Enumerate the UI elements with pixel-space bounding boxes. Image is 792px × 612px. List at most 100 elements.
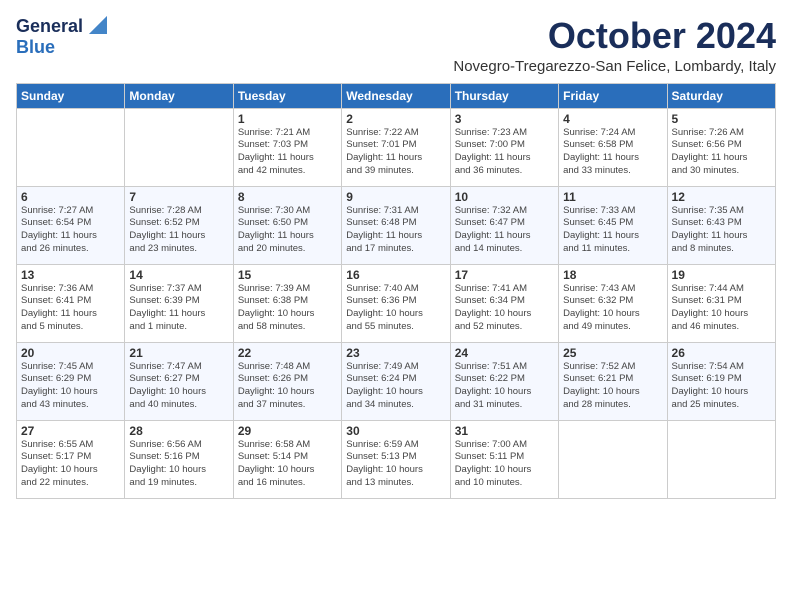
day-number: 12 <box>672 190 771 204</box>
calendar-cell: 4Sunrise: 7:24 AM Sunset: 6:58 PM Daylig… <box>559 108 667 186</box>
calendar-week-5: 27Sunrise: 6:55 AM Sunset: 5:17 PM Dayli… <box>17 420 776 498</box>
day-number: 13 <box>21 268 120 282</box>
calendar-cell: 10Sunrise: 7:32 AM Sunset: 6:47 PM Dayli… <box>450 186 558 264</box>
weekday-header-saturday: Saturday <box>667 83 775 108</box>
calendar-cell: 15Sunrise: 7:39 AM Sunset: 6:38 PM Dayli… <box>233 264 341 342</box>
calendar-week-4: 20Sunrise: 7:45 AM Sunset: 6:29 PM Dayli… <box>17 342 776 420</box>
day-detail: Sunrise: 7:44 AM Sunset: 6:31 PM Dayligh… <box>672 283 771 334</box>
day-number: 7 <box>129 190 228 204</box>
day-number: 8 <box>238 190 337 204</box>
day-number: 17 <box>455 268 554 282</box>
day-detail: Sunrise: 7:37 AM Sunset: 6:39 PM Dayligh… <box>129 283 228 334</box>
weekday-header-monday: Monday <box>125 83 233 108</box>
calendar-cell: 25Sunrise: 7:52 AM Sunset: 6:21 PM Dayli… <box>559 342 667 420</box>
day-number: 6 <box>21 190 120 204</box>
weekday-header-thursday: Thursday <box>450 83 558 108</box>
title-block: October 2024 Novegro-Tregarezzo-San Feli… <box>453 16 776 75</box>
day-detail: Sunrise: 7:31 AM Sunset: 6:48 PM Dayligh… <box>346 205 445 256</box>
calendar-cell: 9Sunrise: 7:31 AM Sunset: 6:48 PM Daylig… <box>342 186 450 264</box>
month-title: October 2024 <box>453 16 776 56</box>
logo-general: General <box>16 16 83 37</box>
calendar-cell: 2Sunrise: 7:22 AM Sunset: 7:01 PM Daylig… <box>342 108 450 186</box>
day-detail: Sunrise: 7:51 AM Sunset: 6:22 PM Dayligh… <box>455 361 554 412</box>
day-detail: Sunrise: 6:59 AM Sunset: 5:13 PM Dayligh… <box>346 439 445 490</box>
calendar-cell: 12Sunrise: 7:35 AM Sunset: 6:43 PM Dayli… <box>667 186 775 264</box>
location-title: Novegro-Tregarezzo-San Felice, Lombardy,… <box>453 58 776 75</box>
weekday-header-row: SundayMondayTuesdayWednesdayThursdayFrid… <box>17 83 776 108</box>
logo-icon <box>85 16 107 34</box>
calendar-cell <box>667 420 775 498</box>
day-detail: Sunrise: 7:41 AM Sunset: 6:34 PM Dayligh… <box>455 283 554 334</box>
day-detail: Sunrise: 6:56 AM Sunset: 5:16 PM Dayligh… <box>129 439 228 490</box>
day-number: 25 <box>563 346 662 360</box>
calendar-cell: 24Sunrise: 7:51 AM Sunset: 6:22 PM Dayli… <box>450 342 558 420</box>
logo-blue: Blue <box>16 37 55 58</box>
day-detail: Sunrise: 7:30 AM Sunset: 6:50 PM Dayligh… <box>238 205 337 256</box>
calendar-cell: 19Sunrise: 7:44 AM Sunset: 6:31 PM Dayli… <box>667 264 775 342</box>
day-number: 4 <box>563 112 662 126</box>
day-detail: Sunrise: 7:27 AM Sunset: 6:54 PM Dayligh… <box>21 205 120 256</box>
day-detail: Sunrise: 7:54 AM Sunset: 6:19 PM Dayligh… <box>672 361 771 412</box>
calendar-cell: 5Sunrise: 7:26 AM Sunset: 6:56 PM Daylig… <box>667 108 775 186</box>
day-detail: Sunrise: 7:28 AM Sunset: 6:52 PM Dayligh… <box>129 205 228 256</box>
day-number: 21 <box>129 346 228 360</box>
day-number: 27 <box>21 424 120 438</box>
day-number: 10 <box>455 190 554 204</box>
day-detail: Sunrise: 7:00 AM Sunset: 5:11 PM Dayligh… <box>455 439 554 490</box>
calendar-cell: 6Sunrise: 7:27 AM Sunset: 6:54 PM Daylig… <box>17 186 125 264</box>
page-header: General Blue October 2024 Novegro-Tregar… <box>16 16 776 75</box>
calendar-cell: 8Sunrise: 7:30 AM Sunset: 6:50 PM Daylig… <box>233 186 341 264</box>
day-detail: Sunrise: 7:23 AM Sunset: 7:00 PM Dayligh… <box>455 127 554 178</box>
calendar-table: SundayMondayTuesdayWednesdayThursdayFrid… <box>16 83 776 499</box>
calendar-cell: 1Sunrise: 7:21 AM Sunset: 7:03 PM Daylig… <box>233 108 341 186</box>
day-detail: Sunrise: 7:47 AM Sunset: 6:27 PM Dayligh… <box>129 361 228 412</box>
day-number: 31 <box>455 424 554 438</box>
day-detail: Sunrise: 7:22 AM Sunset: 7:01 PM Dayligh… <box>346 127 445 178</box>
day-number: 22 <box>238 346 337 360</box>
day-number: 5 <box>672 112 771 126</box>
calendar-cell: 28Sunrise: 6:56 AM Sunset: 5:16 PM Dayli… <box>125 420 233 498</box>
calendar-cell: 11Sunrise: 7:33 AM Sunset: 6:45 PM Dayli… <box>559 186 667 264</box>
day-number: 3 <box>455 112 554 126</box>
day-detail: Sunrise: 7:33 AM Sunset: 6:45 PM Dayligh… <box>563 205 662 256</box>
day-detail: Sunrise: 7:36 AM Sunset: 6:41 PM Dayligh… <box>21 283 120 334</box>
calendar-cell: 14Sunrise: 7:37 AM Sunset: 6:39 PM Dayli… <box>125 264 233 342</box>
calendar-week-3: 13Sunrise: 7:36 AM Sunset: 6:41 PM Dayli… <box>17 264 776 342</box>
day-number: 24 <box>455 346 554 360</box>
day-detail: Sunrise: 7:32 AM Sunset: 6:47 PM Dayligh… <box>455 205 554 256</box>
calendar-cell: 22Sunrise: 7:48 AM Sunset: 6:26 PM Dayli… <box>233 342 341 420</box>
logo: General Blue <box>16 16 107 58</box>
day-detail: Sunrise: 7:35 AM Sunset: 6:43 PM Dayligh… <box>672 205 771 256</box>
day-detail: Sunrise: 7:39 AM Sunset: 6:38 PM Dayligh… <box>238 283 337 334</box>
calendar-cell: 29Sunrise: 6:58 AM Sunset: 5:14 PM Dayli… <box>233 420 341 498</box>
calendar-week-1: 1Sunrise: 7:21 AM Sunset: 7:03 PM Daylig… <box>17 108 776 186</box>
calendar-cell: 31Sunrise: 7:00 AM Sunset: 5:11 PM Dayli… <box>450 420 558 498</box>
day-detail: Sunrise: 7:26 AM Sunset: 6:56 PM Dayligh… <box>672 127 771 178</box>
day-detail: Sunrise: 7:48 AM Sunset: 6:26 PM Dayligh… <box>238 361 337 412</box>
day-number: 2 <box>346 112 445 126</box>
calendar-cell: 23Sunrise: 7:49 AM Sunset: 6:24 PM Dayli… <box>342 342 450 420</box>
day-number: 18 <box>563 268 662 282</box>
day-number: 20 <box>21 346 120 360</box>
calendar-cell: 21Sunrise: 7:47 AM Sunset: 6:27 PM Dayli… <box>125 342 233 420</box>
day-number: 15 <box>238 268 337 282</box>
day-number: 26 <box>672 346 771 360</box>
day-number: 14 <box>129 268 228 282</box>
day-detail: Sunrise: 7:49 AM Sunset: 6:24 PM Dayligh… <box>346 361 445 412</box>
day-number: 11 <box>563 190 662 204</box>
day-detail: Sunrise: 7:52 AM Sunset: 6:21 PM Dayligh… <box>563 361 662 412</box>
calendar-cell: 27Sunrise: 6:55 AM Sunset: 5:17 PM Dayli… <box>17 420 125 498</box>
calendar-cell: 13Sunrise: 7:36 AM Sunset: 6:41 PM Dayli… <box>17 264 125 342</box>
day-number: 29 <box>238 424 337 438</box>
calendar-cell: 26Sunrise: 7:54 AM Sunset: 6:19 PM Dayli… <box>667 342 775 420</box>
day-number: 19 <box>672 268 771 282</box>
day-detail: Sunrise: 7:40 AM Sunset: 6:36 PM Dayligh… <box>346 283 445 334</box>
day-detail: Sunrise: 6:55 AM Sunset: 5:17 PM Dayligh… <box>21 439 120 490</box>
calendar-cell: 16Sunrise: 7:40 AM Sunset: 6:36 PM Dayli… <box>342 264 450 342</box>
weekday-header-tuesday: Tuesday <box>233 83 341 108</box>
calendar-cell: 3Sunrise: 7:23 AM Sunset: 7:00 PM Daylig… <box>450 108 558 186</box>
day-detail: Sunrise: 7:43 AM Sunset: 6:32 PM Dayligh… <box>563 283 662 334</box>
calendar-cell: 17Sunrise: 7:41 AM Sunset: 6:34 PM Dayli… <box>450 264 558 342</box>
calendar-week-2: 6Sunrise: 7:27 AM Sunset: 6:54 PM Daylig… <box>17 186 776 264</box>
day-number: 30 <box>346 424 445 438</box>
